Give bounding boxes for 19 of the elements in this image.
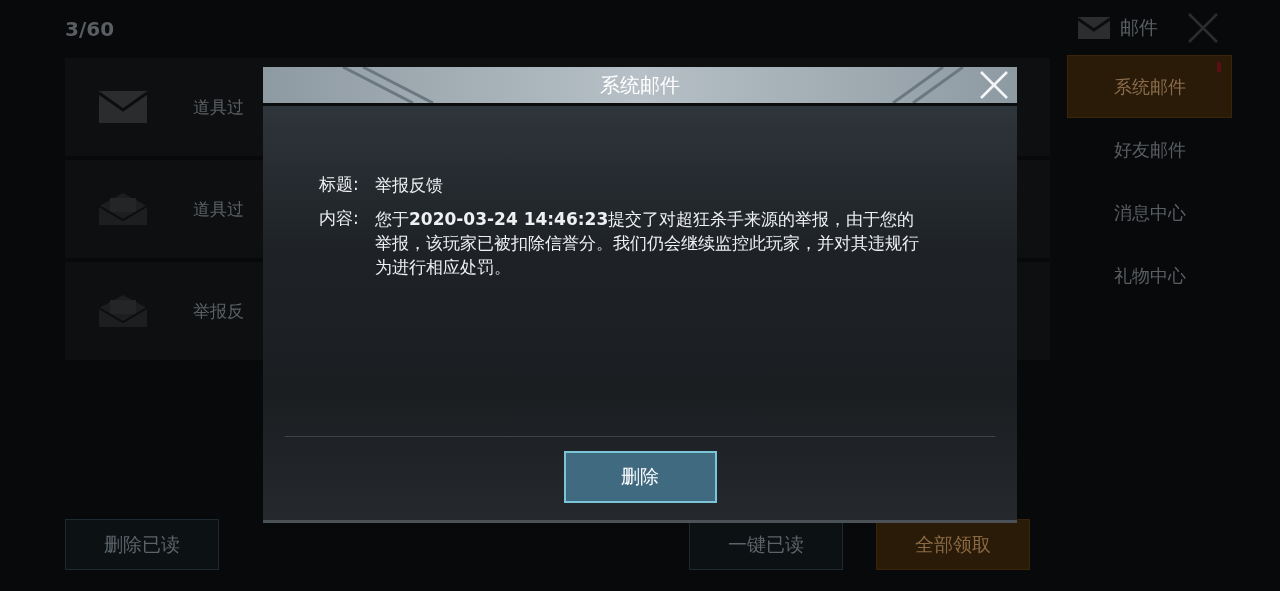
mail-title: 道具过 <box>193 197 244 221</box>
mail-tab[interactable]: 好友邮件 <box>1067 118 1232 181</box>
field-label: 标题: <box>319 173 360 196</box>
mail-title: 举报反 <box>193 299 244 323</box>
close-icon[interactable] <box>1188 12 1218 43</box>
envelope-icon <box>1078 16 1110 39</box>
field-value: 举报反馈 <box>375 174 444 197</box>
footer-button[interactable]: 全部领取 <box>876 519 1030 570</box>
mail-tab[interactable]: 礼物中心 <box>1067 244 1232 307</box>
mail-title: 道具过 <box>193 95 244 119</box>
delete-button[interactable]: 删除 <box>563 451 717 503</box>
field-value: 您于2020-03-24 14:46:23提交了对超狂杀手来源的举报，由于您的举报，该玩家已被扣除信誉分。我们仍会继续监控此玩家，并对其违规行为进行相应处罚。 <box>375 208 920 279</box>
dialog-title: 系统邮件 <box>600 71 680 99</box>
page-title: 邮件 <box>1120 14 1158 40</box>
field-label: 内容: <box>319 207 360 230</box>
mail-tab[interactable]: 消息中心 <box>1067 181 1232 244</box>
mail-tab[interactable]: 系统邮件 <box>1067 55 1232 118</box>
mail-count: 3/60 <box>65 17 115 41</box>
footer-button[interactable]: 删除已读 <box>65 519 219 570</box>
